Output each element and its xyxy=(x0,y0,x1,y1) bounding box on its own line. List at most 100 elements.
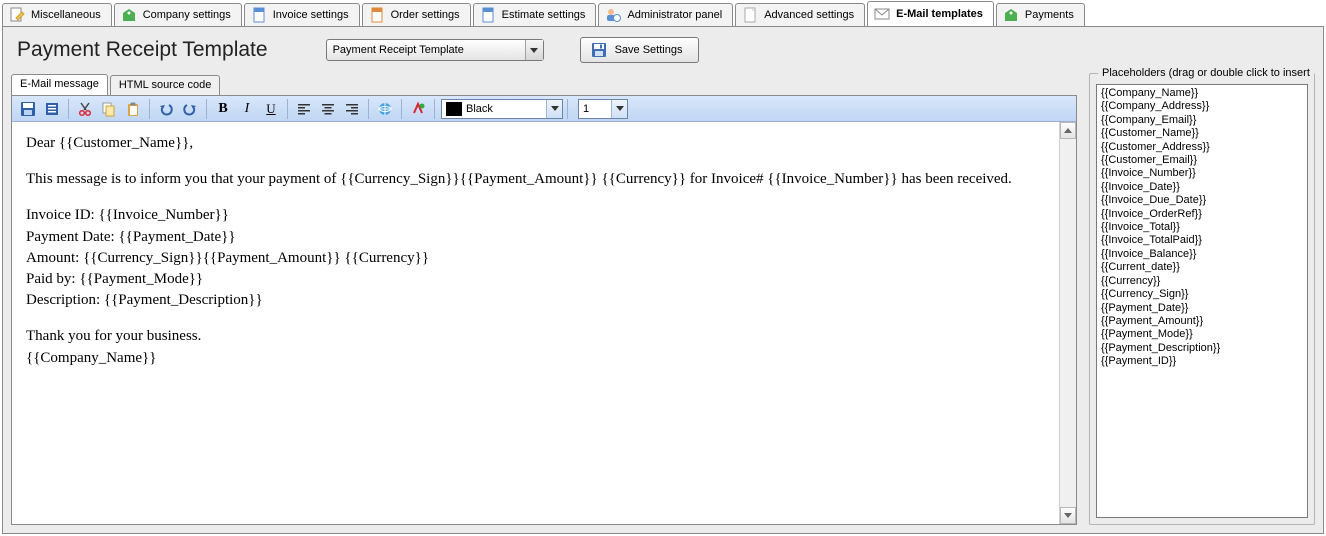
placeholders-title: Placeholders (drag or double click to in… xyxy=(1098,67,1314,79)
tb-align-center-button[interactable] xyxy=(316,98,340,120)
placeholder-item[interactable]: {{Currency_Sign}} xyxy=(1101,288,1303,301)
email-line: {{Company_Name}} xyxy=(26,349,1054,368)
placeholder-item[interactable]: {{Payment_ID}} xyxy=(1101,355,1303,368)
tab-estimate-settings[interactable]: Estimate settings xyxy=(473,3,597,26)
doc-plain-icon xyxy=(742,7,758,23)
tab-e-mail-templates[interactable]: E-Mail templates xyxy=(867,1,994,26)
mail-icon xyxy=(874,6,890,22)
doc-blue-icon xyxy=(480,7,496,23)
tb-redo-button[interactable] xyxy=(178,98,202,120)
scroll-down-button[interactable] xyxy=(1060,507,1076,524)
placeholder-item[interactable]: {{Company_Email}} xyxy=(1101,114,1303,127)
editor-subtabs: E-Mail messageHTML source code xyxy=(11,73,1077,95)
dropdown-icon xyxy=(525,40,543,60)
tb-save-button[interactable] xyxy=(16,98,40,120)
editor-frame: B I U xyxy=(11,95,1077,525)
tab-advanced-settings[interactable]: Advanced settings xyxy=(735,3,865,26)
vertical-scrollbar[interactable] xyxy=(1059,122,1076,524)
doc-blue-icon xyxy=(251,7,267,23)
tb-bold-button[interactable]: B xyxy=(211,98,235,120)
editor-body[interactable]: Dear {{Customer_Name}}, This message is t… xyxy=(12,122,1076,524)
doc-orange-icon xyxy=(369,7,385,23)
page-title: Payment Receipt Template xyxy=(17,38,268,62)
color-name-input[interactable] xyxy=(466,100,546,118)
tb-underline-button[interactable]: U xyxy=(259,98,283,120)
tag-green-icon xyxy=(1003,7,1019,23)
placeholder-item[interactable]: {{Invoice_Due_Date}} xyxy=(1101,194,1303,207)
tb-copy-button[interactable] xyxy=(97,98,121,120)
template-select[interactable]: Payment Receipt Template xyxy=(326,39,544,61)
placeholder-item[interactable]: {{Customer_Email}} xyxy=(1101,154,1303,167)
editor-pane: E-Mail messageHTML source code xyxy=(11,73,1077,525)
email-line: This message is to inform you that your … xyxy=(26,170,1054,189)
tab-invoice-settings[interactable]: Invoice settings xyxy=(244,3,360,26)
placeholder-item[interactable]: {{Payment_Date}} xyxy=(1101,302,1303,315)
placeholder-item[interactable]: {{Company_Name}} xyxy=(1101,87,1303,100)
tb-font-color-button[interactable] xyxy=(406,98,430,120)
tb-fontsize-select[interactable] xyxy=(578,99,628,119)
placeholder-item[interactable]: {{Invoice_TotalPaid}} xyxy=(1101,234,1303,247)
tag-green-icon xyxy=(121,7,137,23)
fontsize-input[interactable] xyxy=(579,100,611,118)
dropdown-icon xyxy=(546,100,562,118)
scroll-up-button[interactable] xyxy=(1060,122,1076,139)
tab-miscellaneous[interactable]: Miscellaneous xyxy=(2,3,112,26)
tb-align-right-button[interactable] xyxy=(340,98,364,120)
placeholders-list[interactable]: {{Company_Name}}{{Company_Address}}{{Com… xyxy=(1096,84,1308,518)
tb-undo-button[interactable] xyxy=(154,98,178,120)
subtab-e-mail-message[interactable]: E-Mail message xyxy=(11,74,108,95)
subtab-html-source-code[interactable]: HTML source code xyxy=(110,75,221,95)
placeholder-item[interactable]: {{Invoice_Total}} xyxy=(1101,221,1303,234)
placeholder-item[interactable]: {{Customer_Name}} xyxy=(1101,127,1303,140)
tb-color-select[interactable] xyxy=(441,99,563,119)
placeholder-item[interactable]: {{Payment_Amount}} xyxy=(1101,315,1303,328)
placeholder-item[interactable]: {{Invoice_OrderRef}} xyxy=(1101,208,1303,221)
placeholder-item[interactable]: {{Invoice_Date}} xyxy=(1101,181,1303,194)
email-line: Amount: {{Currency_Sign}}{{Payment_Amoun… xyxy=(26,249,1054,268)
save-button-label: Save Settings xyxy=(615,44,683,56)
email-line: Description: {{Payment_Description}} xyxy=(26,291,1054,310)
main-tabstrip: Miscellaneous Company settings Invoice set… xyxy=(0,0,1326,26)
placeholder-item[interactable]: {{Invoice_Balance}} xyxy=(1101,248,1303,261)
tab-order-settings[interactable]: Order settings xyxy=(362,3,471,26)
placeholder-item[interactable]: {{Payment_Mode}} xyxy=(1101,328,1303,341)
dropdown-icon xyxy=(611,100,627,118)
email-line: Payment Date: {{Payment_Date}} xyxy=(26,228,1054,247)
email-line: Invoice ID: {{Invoice_Number}} xyxy=(26,206,1054,225)
email-line: Dear {{Customer_Name}}, xyxy=(26,134,1054,153)
editor-toolbar: B I U xyxy=(12,96,1076,122)
tab-label: Miscellaneous xyxy=(31,9,101,21)
placeholder-item[interactable]: {{Currency}} xyxy=(1101,275,1303,288)
tb-hyperlink-button[interactable] xyxy=(373,98,397,120)
placeholder-item[interactable]: {{Invoice_Number}} xyxy=(1101,167,1303,180)
tab-payments[interactable]: Payments xyxy=(996,3,1085,26)
email-line: Paid by: {{Payment_Mode}} xyxy=(26,270,1054,289)
tb-cut-button[interactable] xyxy=(73,98,97,120)
tab-content: Payment Receipt Template Payment Receipt… xyxy=(2,26,1324,534)
admin-icon xyxy=(605,7,621,23)
placeholder-item[interactable]: {{Payment_Description}} xyxy=(1101,342,1303,355)
tab-label: Estimate settings xyxy=(502,9,586,21)
placeholders-groupbox: Placeholders (drag or double click to in… xyxy=(1089,73,1315,525)
tab-label: Payments xyxy=(1025,9,1074,21)
tab-label: Advanced settings xyxy=(764,9,854,21)
template-select-value: Payment Receipt Template xyxy=(327,44,525,56)
placeholder-item[interactable]: {{Customer_Address}} xyxy=(1101,141,1303,154)
tb-italic-button[interactable]: I xyxy=(235,98,259,120)
tb-paste-button[interactable] xyxy=(121,98,145,120)
tab-label: Order settings xyxy=(391,9,460,21)
placeholder-item[interactable]: {{Company_Address}} xyxy=(1101,100,1303,113)
tab-label: Administrator panel xyxy=(627,9,722,21)
placeholder-item[interactable]: {{Current_date}} xyxy=(1101,261,1303,274)
doc-pencil-icon xyxy=(9,7,25,23)
email-line: Thank you for your business. xyxy=(26,327,1054,346)
tb-align-left-button[interactable] xyxy=(292,98,316,120)
tab-label: Invoice settings xyxy=(273,9,349,21)
color-swatch xyxy=(446,102,462,116)
tab-administrator-panel[interactable]: Administrator panel xyxy=(598,3,733,26)
tb-select-all-button[interactable] xyxy=(40,98,64,120)
tab-company-settings[interactable]: Company settings xyxy=(114,3,242,26)
tab-label: Company settings xyxy=(143,9,231,21)
save-settings-button[interactable]: Save Settings xyxy=(580,37,700,63)
save-icon xyxy=(591,42,607,58)
